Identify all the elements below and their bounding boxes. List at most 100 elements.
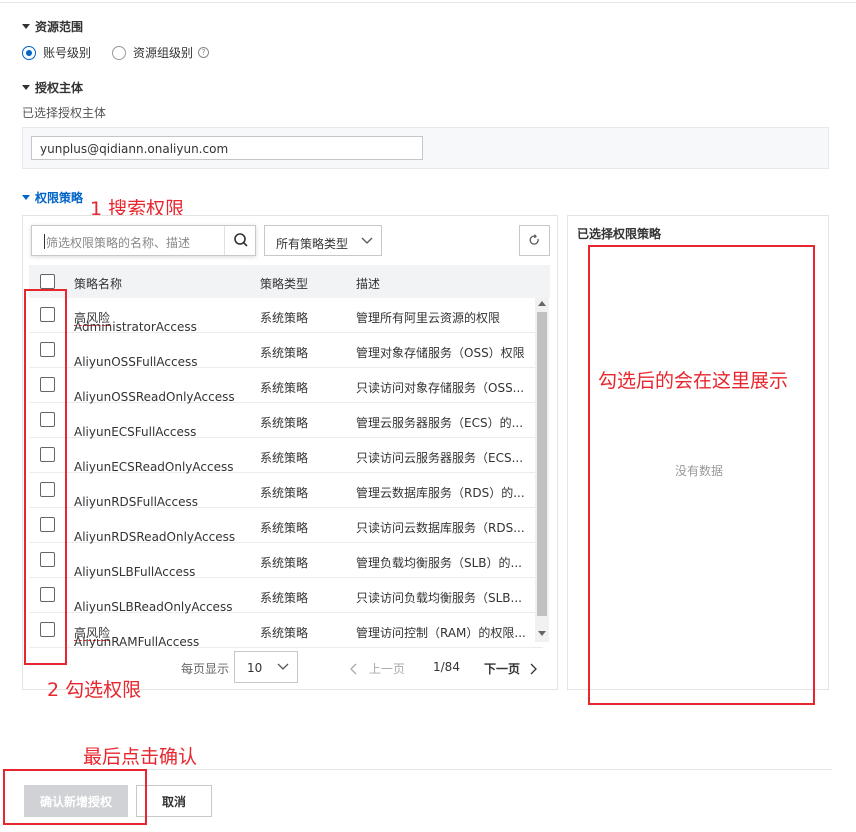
policy-name-text: AliyunOSSFullAccess <box>74 355 198 369</box>
policy-type: 系统策略 <box>260 591 309 605</box>
table-row[interactable]: AliyunRDSFullAccess 系统策略 管理云数据库服务（RDS）的... <box>29 473 543 509</box>
policy-type: 系统策略 <box>260 311 309 325</box>
policy-name: AliyunRAMFullAccess 高风险 <box>74 624 199 648</box>
search-icon <box>234 233 248 247</box>
policy-desc: 管理对象存储服务（OSS）权限 <box>356 346 525 360</box>
prev-page-label: 上一页 <box>369 662 406 676</box>
scroll-down-icon[interactable] <box>538 631 546 636</box>
annotation-check: 2 勾选权限 <box>47 679 142 701</box>
text-cursor <box>44 234 45 249</box>
scroll-up-icon[interactable] <box>538 301 546 306</box>
chevron-right-icon <box>530 663 537 674</box>
chevron-down-icon <box>361 237 373 244</box>
page-indicator: 1/84 <box>433 660 460 674</box>
radio-label: 资源组级别 <box>133 46 194 60</box>
table-scrollbar[interactable] <box>535 298 549 642</box>
principal-tag[interactable]: yunplus@qidiann.onaliyun.com <box>31 136 423 160</box>
policy-name-text: AliyunSLBReadOnlyAccess <box>74 600 233 614</box>
radio-account-level[interactable]: 账号级别 <box>22 44 91 61</box>
refresh-button[interactable] <box>519 225 550 256</box>
policy-desc: 只读访问云服务器服务（ECS... <box>356 451 524 465</box>
table-row[interactable]: AliyunECSReadOnlyAccess 系统策略 只读访问云服务器服务（EC… <box>29 438 543 474</box>
table-row[interactable]: AliyunRDSReadOnlyAccess 系统策略 只读访问云数据库服务（RD… <box>29 508 543 544</box>
table-body: AdministratorAccess 高风险 系统策略 管理所有阿里云资源的权限 A… <box>29 298 543 648</box>
policy-desc: 管理所有阿里云资源的权限 <box>356 311 501 325</box>
policy-type: 系统策略 <box>260 381 309 395</box>
policy-desc: 只读访问负载均衡服务（SLB... <box>356 591 522 605</box>
table-header: 策略名称 策略类型 描述 <box>29 265 550 298</box>
policy-desc: 管理访问控制（RAM）的权限... <box>356 626 526 640</box>
policy-name-text: AliyunRAMFullAccess <box>74 635 200 648</box>
chevron-down-icon <box>277 663 289 670</box>
policy-desc: 只读访问对象存储服务（OSS... <box>356 381 525 395</box>
next-page-label: 下一页 <box>484 662 521 676</box>
policy-name-text: AliyunSLBFullAccess <box>74 565 196 579</box>
page-size-select[interactable]: 10 <box>234 651 298 683</box>
prev-page-button[interactable]: 上一页 <box>349 660 405 677</box>
policy-name-text: AliyunECSReadOnlyAccess <box>74 460 234 474</box>
policy-desc: 管理负载均衡服务（SLB）的... <box>356 556 522 570</box>
table-row[interactable]: AliyunOSSReadOnlyAccess 系统策略 只读访问对象存储服务（OS… <box>29 368 543 404</box>
policy-name: AdministratorAccess 高风险 <box>74 309 197 334</box>
table-row[interactable]: AliyunSLBFullAccess 系统策略 管理负载均衡服务（SLB）的... <box>29 543 543 579</box>
policy-type: 系统策略 <box>260 556 309 570</box>
policy-name-text: AliyunOSSReadOnlyAccess <box>74 390 235 404</box>
table-row[interactable]: AliyunOSSFullAccess 系统策略 管理对象存储服务（OSS）权限 <box>29 333 543 369</box>
annotation-box-checkboxes <box>24 289 67 665</box>
select-all-checkbox[interactable] <box>40 274 55 289</box>
radio-resource-group[interactable]: 资源组级别 ? <box>112 44 210 61</box>
policy-name-text: AliyunRDSReadOnlyAccess <box>74 530 236 544</box>
top-divider <box>0 2 856 3</box>
principal-header[interactable]: 授权主体 <box>22 79 83 96</box>
policy-type-value: 所有策略类型 <box>276 237 349 251</box>
annotation-box-selected <box>588 245 815 705</box>
help-icon[interactable]: ? <box>198 47 210 58</box>
policy-desc: 管理云数据库服务（RDS）的... <box>356 486 525 500</box>
table-row[interactable]: AliyunSLBReadOnlyAccess 系统策略 只读访问负载均衡服务（SL… <box>29 578 543 614</box>
radio-checked-icon <box>22 45 36 60</box>
collapse-triangle-icon <box>22 85 30 90</box>
search-button[interactable] <box>224 226 256 255</box>
policy-type: 系统策略 <box>260 486 309 500</box>
collapse-triangle-icon <box>22 195 30 200</box>
policy-search-input[interactable]: 筛选权限策略的名称、描述 <box>46 234 190 251</box>
resource-scope-header[interactable]: 资源范围 <box>22 18 83 35</box>
policy-list-panel: 筛选权限策略的名称、描述 所有策略类型 策略名称 策略类型 描述 Adminis… <box>22 215 558 690</box>
policy-type: 系统策略 <box>260 451 309 465</box>
col-name-header: 策略名称 <box>74 277 123 291</box>
chevron-left-icon <box>350 663 357 674</box>
cancel-button[interactable]: 取消 <box>136 785 212 817</box>
policy-desc: 只读访问云数据库服务（RDS... <box>356 521 525 535</box>
policy-desc: 管理云服务器服务（ECS）的... <box>356 416 524 430</box>
col-desc-header: 描述 <box>356 277 381 291</box>
table-row[interactable]: AliyunRAMFullAccess 高风险 系统策略 管理访问控制（RAM）的权… <box>29 613 543 648</box>
policy-type-select[interactable]: 所有策略类型 <box>264 225 382 256</box>
scrollbar-thumb[interactable] <box>537 312 547 616</box>
radio-label: 账号级别 <box>43 46 92 60</box>
collapse-triangle-icon <box>22 24 30 29</box>
policy-name-text: AliyunRDSFullAccess <box>74 495 198 509</box>
radio-unchecked-icon <box>112 45 126 60</box>
col-type-header: 策略类型 <box>260 277 309 291</box>
policy-name-text: AdministratorAccess <box>74 320 197 334</box>
annotation-shown: 勾选后的会在这里展示 <box>598 370 789 392</box>
principal-title: 授权主体 <box>35 81 84 95</box>
refresh-icon <box>529 234 539 245</box>
selected-panel-title: 已选择权限策略 <box>577 227 662 241</box>
policy-type: 系统策略 <box>260 416 309 430</box>
policy-name-text: AliyunECSFullAccess <box>74 425 197 439</box>
table-row[interactable]: AdministratorAccess 高风险 系统策略 管理所有阿里云资源的权限 <box>29 298 543 334</box>
page-size-label: 每页显示 <box>181 662 230 676</box>
policies-title: 权限策略 <box>35 191 84 205</box>
policy-type: 系统策略 <box>260 346 309 360</box>
principal-box: yunplus@qidiann.onaliyun.com <box>22 127 829 169</box>
resource-scope-title: 资源范围 <box>35 20 84 34</box>
table-row[interactable]: AliyunECSFullAccess 系统策略 管理云服务器服务（ECS）的... <box>29 403 543 439</box>
policy-search-box: 筛选权限策略的名称、描述 <box>31 225 256 256</box>
principal-selected-label: 已选择授权主体 <box>22 106 107 120</box>
policies-header[interactable]: 权限策略 <box>22 189 83 206</box>
policy-type: 系统策略 <box>260 626 309 640</box>
policy-type: 系统策略 <box>260 521 309 535</box>
page-size-value: 10 <box>247 661 263 675</box>
next-page-button[interactable]: 下一页 <box>484 660 538 677</box>
